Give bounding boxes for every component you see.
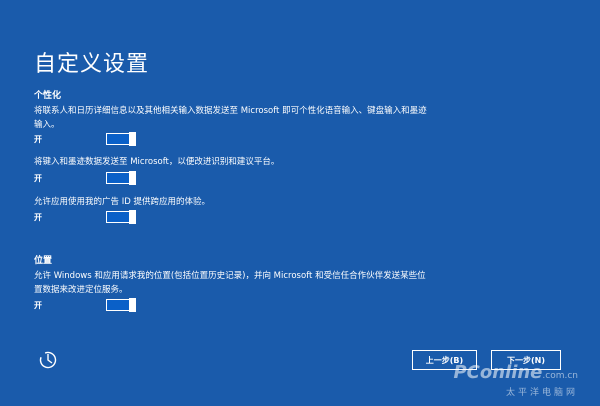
toggle-knob [129, 132, 136, 146]
watermark-logo: PConline.com.cn [453, 362, 578, 383]
setting-description-advertising-id: 允许应用使用我的广告 ID 提供跨应用的体验。 [34, 197, 210, 207]
toggle-state-label: 开 [34, 212, 42, 222]
toggle-row-inking: 开 [34, 171, 136, 185]
page-title: 自定义设置 [34, 52, 150, 77]
toggle-switch-advertising-id[interactable] [106, 210, 136, 224]
section-heading-personalization: 个性化 [34, 91, 62, 101]
watermark: PConline.com.cn 太平洋电脑网 [453, 362, 578, 399]
watermark-subtitle: 太平洋电脑网 [505, 388, 578, 398]
setting-description-inking: 将键入和墨迹数据发送至 Microsoft，以便改进识别和建议平台。 [34, 157, 280, 167]
toggle-knob [129, 210, 136, 224]
toggle-state-label: 开 [34, 300, 42, 310]
section-heading-location: 位置 [34, 256, 53, 266]
toggle-state-label: 开 [34, 134, 42, 144]
toggle-row-location: 开 [34, 298, 136, 312]
toggle-knob [129, 298, 136, 312]
toggle-switch-inking[interactable] [106, 171, 136, 185]
setting-description-location: 允许 Windows 和应用请求我的位置(包括位置历史记录)，并向 Micros… [34, 271, 426, 295]
toggle-row-speech: 开 [34, 132, 136, 146]
toggle-knob [129, 171, 136, 185]
toggle-state-label: 开 [34, 173, 42, 183]
ease-of-access-icon[interactable] [38, 350, 58, 370]
toggle-switch-location[interactable] [106, 298, 136, 312]
toggle-switch-speech[interactable] [106, 132, 136, 146]
toggle-row-advertising-id: 开 [34, 210, 136, 224]
setting-description-speech: 将联系人和日历详细信息以及其他相关输入数据发送至 Microsoft 即可个性化… [34, 106, 427, 130]
